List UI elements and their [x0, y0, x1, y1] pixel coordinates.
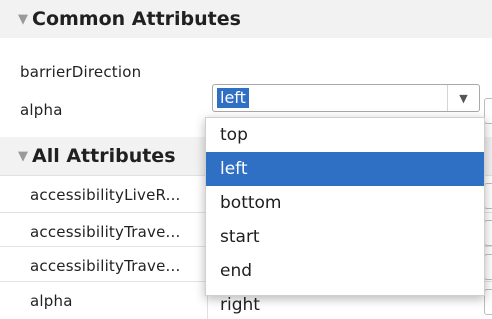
barrier-direction-combobox[interactable]: left ▼ [212, 84, 480, 112]
attribute-label: barrierDirection [20, 63, 142, 81]
dropdown-option-right[interactable]: right [206, 288, 484, 319]
alpha-value-field[interactable] [484, 98, 492, 124]
common-attributes-header[interactable]: ▼ Common Attributes [0, 0, 492, 38]
dropdown-option-end[interactable]: end [206, 254, 484, 288]
collapse-triangle-icon[interactable]: ▼ [18, 149, 28, 164]
combo-dropdown-button[interactable]: ▼ [447, 85, 479, 111]
attribute-label: alpha [20, 101, 63, 119]
attribute-value-field[interactable] [484, 254, 492, 280]
barrier-direction-dropdown-list[interactable]: top left bottom start end right [205, 117, 485, 315]
dropdown-option-top[interactable]: top [206, 118, 484, 152]
dropdown-option-start[interactable]: start [206, 220, 484, 254]
all-attributes-title: All Attributes [32, 145, 176, 167]
collapse-triangle-icon[interactable]: ▼ [18, 12, 28, 27]
attribute-label: alpha [30, 291, 73, 310]
dropdown-option-left[interactable]: left [206, 152, 484, 186]
attribute-value-field[interactable] [484, 289, 492, 315]
combo-selected-value[interactable]: left [217, 88, 249, 108]
common-attributes-title: Common Attributes [32, 8, 241, 30]
chevron-down-icon: ▼ [459, 91, 468, 105]
attribute-label: accessibilityTrave... [30, 256, 181, 275]
attribute-value-field[interactable] [484, 183, 492, 209]
dropdown-option-bottom[interactable]: bottom [206, 186, 484, 220]
attribute-label: accessibilityLiveR... [30, 185, 181, 204]
attribute-label: accessibilityTrave... [30, 222, 181, 241]
attribute-value-field[interactable] [484, 220, 492, 246]
